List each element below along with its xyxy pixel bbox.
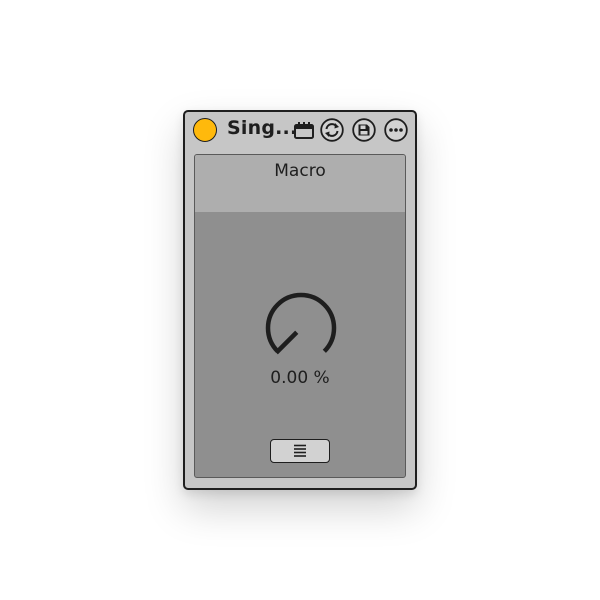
macro-value: 0.00 % bbox=[270, 368, 330, 388]
macro-knob-graphic bbox=[265, 292, 337, 355]
clip-icon[interactable] bbox=[293, 120, 315, 142]
macro-menu-button[interactable] bbox=[270, 439, 330, 463]
macro-header: Macro bbox=[195, 155, 405, 212]
list-menu-icon bbox=[294, 444, 306, 457]
hot-swap-icon[interactable] bbox=[320, 118, 344, 142]
macro-label[interactable]: Macro bbox=[195, 161, 405, 181]
device-title[interactable]: Sing... bbox=[227, 117, 297, 139]
save-icon[interactable] bbox=[352, 118, 376, 142]
device-title-bar[interactable]: Sing... bbox=[185, 112, 414, 149]
macro-panel: Macro 0.00 % bbox=[194, 154, 406, 478]
knob-pointer bbox=[274, 330, 299, 355]
device-power-button[interactable] bbox=[193, 118, 217, 142]
knob-arc bbox=[265, 292, 337, 353]
device-window: Sing... Macro 0.00 % bbox=[183, 110, 417, 490]
more-options-icon[interactable] bbox=[384, 118, 408, 142]
macro-knob[interactable] bbox=[263, 290, 339, 366]
